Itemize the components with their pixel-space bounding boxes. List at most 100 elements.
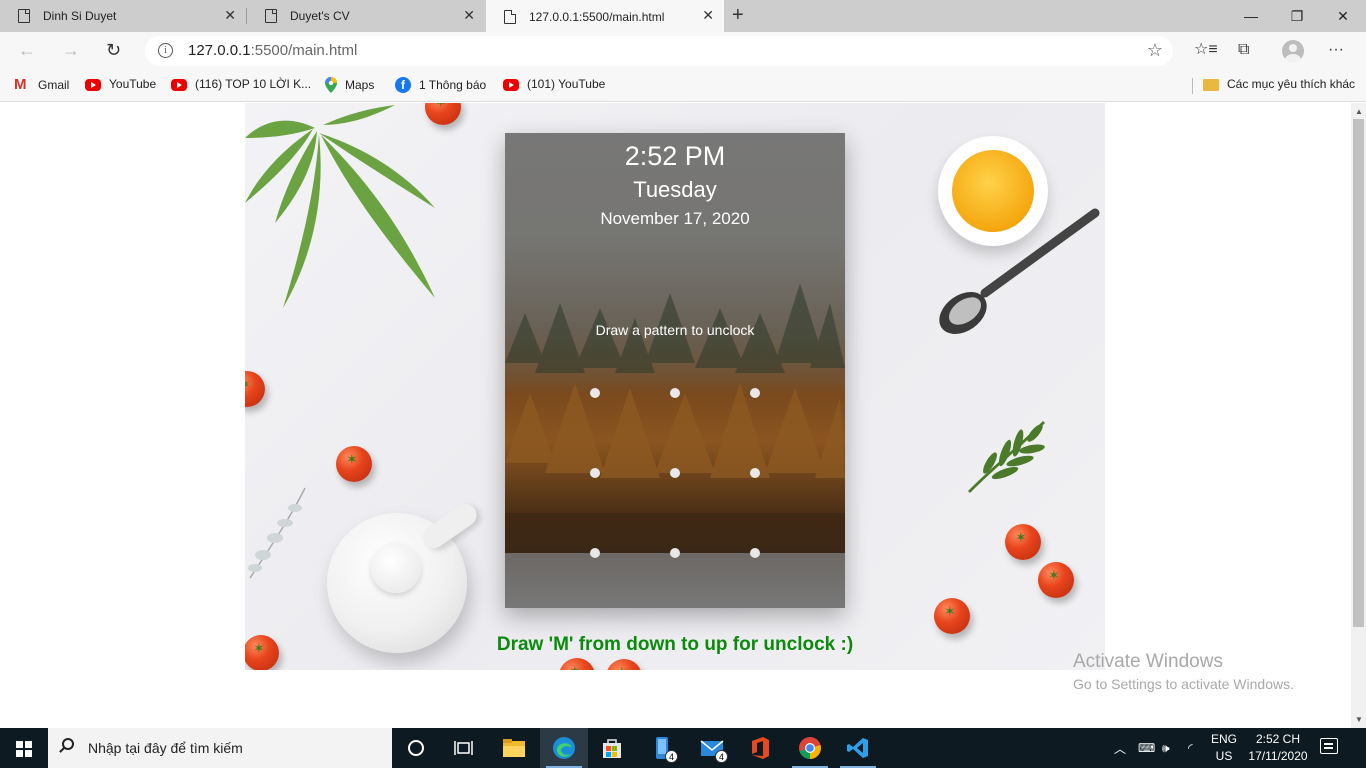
watermark-title: Activate Windows: [1073, 651, 1223, 672]
restore-button[interactable]: ❐: [1274, 0, 1320, 32]
task-view-button[interactable]: [440, 728, 488, 768]
mail-badge: 4: [715, 750, 728, 763]
pattern-dot-2[interactable]: [670, 388, 680, 398]
ime-icon: ⌨: [1138, 741, 1156, 755]
bookmark-top10[interactable]: (116) TOP 10 LỜI K...: [171, 77, 311, 91]
bookmark-facebook[interactable]: f 1 Thông báo: [395, 77, 486, 93]
tab-title: 127.0.0.1:5500/main.html: [529, 9, 665, 24]
taskbar-office[interactable]: [736, 728, 784, 768]
forest-background-image: [505, 283, 845, 608]
taskbar-mail[interactable]: 4: [688, 728, 736, 768]
reload-button[interactable]: ↻: [106, 41, 121, 59]
bookmark-gmail[interactable]: M Gmail: [14, 77, 69, 93]
unlock-hint: Draw a pattern to unclock: [595, 322, 755, 338]
folder-icon: [1203, 79, 1219, 91]
file-explorer-icon: [503, 739, 525, 757]
tab-title: Dinh Si Duyet: [43, 9, 117, 23]
bookmark-youtube-101[interactable]: (101) YouTube: [503, 77, 605, 91]
more-menu-icon[interactable]: ···: [1328, 41, 1344, 59]
eucalyptus-image: [248, 487, 306, 579]
close-tab-icon[interactable]: ✕: [702, 8, 714, 22]
favorite-star-icon[interactable]: ☆: [1147, 40, 1163, 61]
bookmark-label: YouTube: [109, 77, 157, 91]
bookmark-youtube[interactable]: YouTube: [85, 77, 156, 91]
taskbar-vscode[interactable]: [834, 728, 882, 768]
edge-icon: [553, 737, 575, 759]
taskbar-chrome[interactable]: [786, 728, 834, 768]
tomato-image: [336, 446, 372, 482]
phone-badge: 4: [665, 750, 678, 763]
pattern-dot-9[interactable]: [750, 548, 760, 558]
scroll-up-icon[interactable]: ▲: [1355, 107, 1363, 116]
pattern-dot-1[interactable]: [590, 388, 600, 398]
forward-button[interactable]: →: [62, 41, 80, 59]
bookmark-label: Gmail: [38, 78, 70, 92]
facebook-icon: f: [395, 77, 411, 93]
pattern-dot-6[interactable]: [750, 468, 760, 478]
pattern-dot-4[interactable]: [590, 468, 600, 478]
taskbar-phone[interactable]: 4: [638, 728, 686, 768]
lock-day: Tuesday: [633, 177, 717, 202]
tea-cup-image: [938, 136, 1048, 246]
show-hidden-icons[interactable]: ︿: [1114, 728, 1126, 768]
pattern-dot-3[interactable]: [750, 388, 760, 398]
site-info-icon[interactable]: i: [158, 43, 173, 58]
page-icon: [265, 9, 277, 23]
task-view-icon: [454, 741, 473, 755]
page-viewport: 2:52 PM Tuesday November 17, 2020 Draw a…: [0, 103, 1351, 728]
address-bar[interactable]: i 127.0.0.1:5500/main.html ☆: [145, 36, 1173, 66]
pattern-dot-7[interactable]: [590, 548, 600, 558]
background-scene: 2:52 PM Tuesday November 17, 2020 Draw a…: [245, 103, 1105, 670]
tab-duyets-cv[interactable]: Duyet's CV ✕: [247, 0, 485, 32]
lock-screen[interactable]: 2:52 PM Tuesday November 17, 2020 Draw a…: [505, 133, 845, 608]
profile-avatar[interactable]: [1282, 40, 1304, 62]
network-button[interactable]: ◜: [1188, 728, 1193, 768]
tab-main-html[interactable]: 127.0.0.1:5500/main.html ✕: [486, 0, 724, 33]
other-favorites[interactable]: Các mục yêu thích khác: [1203, 77, 1355, 91]
notification-center-icon[interactable]: [1320, 738, 1338, 754]
vscode-icon: [847, 738, 868, 758]
taskbar-file-explorer[interactable]: [490, 728, 538, 768]
taskbar-search[interactable]: Nhập tại đây để tìm kiếm: [48, 728, 392, 768]
input-language[interactable]: ENG US: [1206, 731, 1242, 765]
url-text[interactable]: 127.0.0.1:5500/main.html: [188, 42, 357, 59]
tab-strip: Dinh Si Duyet ✕ Duyet's CV ✕ 127.0.0.1:5…: [0, 0, 1366, 33]
minimize-button[interactable]: ―: [1228, 0, 1274, 32]
new-tab-button[interactable]: +: [732, 5, 744, 25]
pattern-dot-5[interactable]: [670, 468, 680, 478]
lock-date: November 17, 2020: [600, 209, 750, 228]
collections-icon[interactable]: ⧉: [1238, 41, 1249, 59]
cortana-button[interactable]: [392, 728, 440, 768]
bookmark-label: Maps: [345, 78, 375, 92]
pattern-dot-8[interactable]: [670, 548, 680, 558]
volume-button[interactable]: 🕪: [1162, 728, 1170, 768]
scroll-down-icon[interactable]: ▼: [1355, 715, 1363, 724]
youtube-icon: [171, 79, 187, 91]
tab-dinh-si-duyet[interactable]: Dinh Si Duyet ✕: [0, 0, 246, 32]
gmail-icon: M: [14, 76, 27, 93]
bookmark-maps[interactable]: Maps: [325, 77, 374, 93]
lang-code: ENG: [1210, 732, 1237, 746]
bookmark-label: 1 Thông báo: [419, 78, 487, 92]
taskbar-store[interactable]: [588, 728, 636, 768]
chevron-up-icon: ︿: [1114, 741, 1127, 756]
taskbar-edge[interactable]: [540, 728, 588, 768]
chrome-icon: [799, 737, 821, 759]
close-tab-icon[interactable]: ✕: [463, 8, 475, 22]
tomato-image: [934, 598, 970, 634]
scrollbar-thumb[interactable]: [1353, 119, 1364, 627]
page-scrollbar[interactable]: ▲ ▼: [1351, 103, 1366, 728]
clock-time: 2:52 CH: [1255, 732, 1301, 746]
close-window-button[interactable]: ✕: [1320, 0, 1366, 32]
close-tab-icon[interactable]: ✕: [224, 8, 236, 22]
bookmark-label: (116) TOP 10 LỜI K...: [195, 77, 312, 91]
language-input-button[interactable]: ⌨: [1138, 728, 1155, 768]
search-placeholder: Nhập tại đây để tìm kiếm: [88, 740, 243, 756]
maps-icon: [325, 77, 337, 93]
favorites-icon[interactable]: ☆≡: [1194, 41, 1218, 59]
taskbar-clock[interactable]: 2:52 CH 17/11/2020: [1246, 731, 1310, 765]
watermark-subtitle: Go to Settings to activate Windows.: [1073, 676, 1294, 692]
start-button[interactable]: [0, 728, 48, 768]
back-button[interactable]: ←: [18, 41, 36, 59]
tomato-image: [559, 658, 595, 670]
